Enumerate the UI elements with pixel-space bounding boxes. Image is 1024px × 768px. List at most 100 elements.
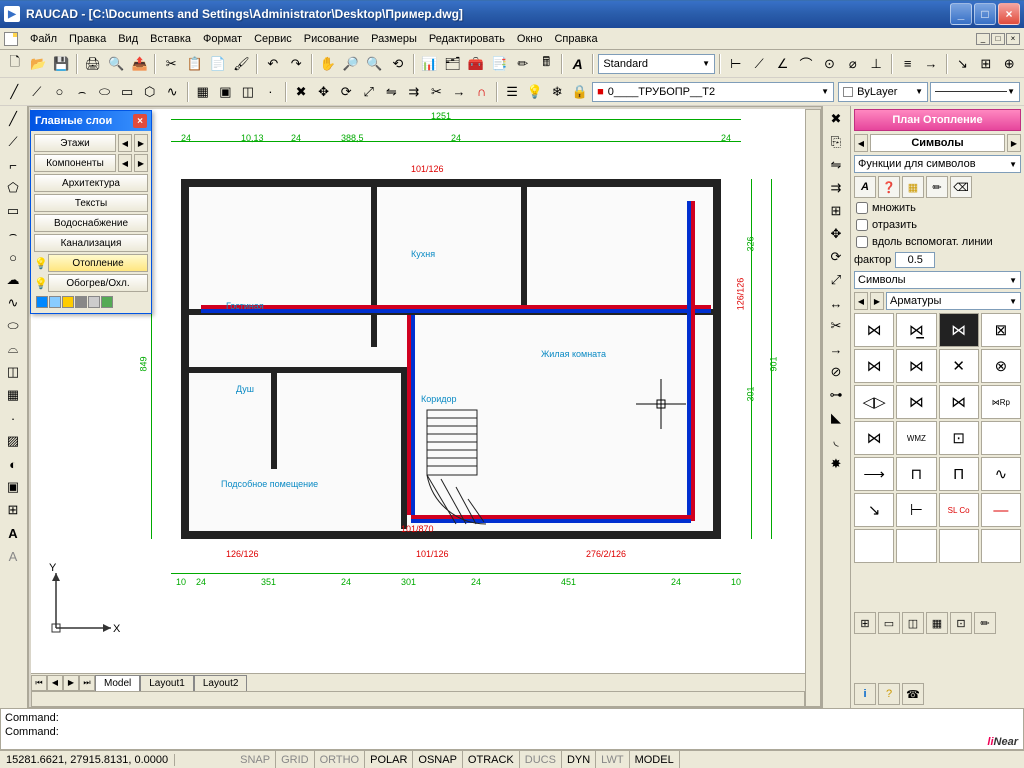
spline-tool-icon[interactable]: ∿ [2, 292, 24, 314]
close-button[interactable]: × [998, 3, 1020, 25]
line-icon[interactable]: ╱ [4, 81, 25, 103]
symbol-valve4[interactable]: ⊠ [981, 313, 1021, 347]
pline-icon[interactable]: ⟋ [27, 81, 48, 103]
array-mod-icon[interactable]: ⊞ [825, 200, 847, 222]
menu-draw[interactable]: Рисование [298, 30, 365, 48]
mirror-mod-icon[interactable]: ⇋ [825, 154, 847, 176]
spline-icon[interactable]: ∿ [162, 81, 183, 103]
chamfer-mod-icon[interactable]: ◣ [825, 407, 847, 429]
symbol-valve3[interactable]: ⋈ [939, 313, 979, 347]
markup-button[interactable]: ✏ [512, 53, 533, 75]
layer-comp-next[interactable]: ▶ [134, 154, 148, 172]
menu-modify[interactable]: Редактировать [423, 30, 511, 48]
extend-mod-icon[interactable]: → [825, 338, 847, 360]
dim-linear-icon[interactable]: ⊢ [725, 53, 746, 75]
tab-prev-button[interactable]: ◀ [47, 675, 63, 691]
lp-color6-icon[interactable] [101, 296, 113, 308]
magnet-icon[interactable]: ∩ [471, 81, 492, 103]
block-icon[interactable]: ◫ [238, 81, 259, 103]
layer-floors-next[interactable]: ▶ [134, 134, 148, 152]
dim-diameter-icon[interactable]: ⌀ [842, 53, 863, 75]
rp-phone-icon[interactable]: ☎ [902, 683, 924, 705]
open-button[interactable]: 📂 [27, 53, 48, 75]
menu-format[interactable]: Формат [197, 30, 248, 48]
pan-button[interactable]: ✋ [317, 53, 338, 75]
menu-window[interactable]: Окно [511, 30, 549, 48]
erase-func-icon[interactable]: ⌫ [950, 176, 972, 198]
pencil-func-icon[interactable]: ✏ [926, 176, 948, 198]
dim-radius-icon[interactable]: ⊙ [819, 53, 840, 75]
tab-layout1[interactable]: Layout1 [140, 675, 194, 691]
symbol-pipe4[interactable]: ∿ [981, 457, 1021, 491]
grid-func-icon[interactable]: ▦ [902, 176, 924, 198]
functions-dropdown[interactable]: Функции для символов▼ [854, 155, 1021, 173]
extend-icon[interactable]: → [449, 81, 470, 103]
layer-mgr-icon[interactable]: ☰ [502, 81, 523, 103]
symbol-pipe2[interactable]: ⊓ [896, 457, 936, 491]
symbols-dropdown[interactable]: Символы▼ [854, 271, 1021, 289]
new-button[interactable]: 🗋 [4, 53, 25, 75]
copy-button[interactable]: 📋 [184, 53, 205, 75]
point-icon[interactable]: · [260, 81, 281, 103]
zoom-rt-button[interactable]: 🔎 [340, 53, 361, 75]
menu-view[interactable]: Вид [112, 30, 144, 48]
layer-bulb-icon[interactable]: 💡 [524, 81, 545, 103]
xline-tool-icon[interactable]: ⟋ [2, 131, 24, 153]
dim-tolerance-icon[interactable]: ⊞ [975, 53, 996, 75]
move-icon[interactable]: ✥ [313, 81, 334, 103]
symbol-valve5[interactable]: ⋈ [854, 349, 894, 383]
dim-angular-icon[interactable]: ∠ [772, 53, 793, 75]
layer-palette[interactable]: Главные слои × Этажи◀▶ Компоненты◀▶ Архи… [30, 110, 152, 314]
ellipse-icon[interactable]: ⬭ [94, 81, 115, 103]
layer-freeze-icon[interactable]: ❄ [547, 81, 568, 103]
layer-arch-button[interactable]: Архитектура [34, 174, 148, 192]
dim-ordinate-icon[interactable]: ⊥ [866, 53, 887, 75]
rp-help-icon[interactable]: ? [878, 683, 900, 705]
status-model-button[interactable]: MODEL [630, 751, 680, 768]
ellipse-tool-icon[interactable]: ⬭ [2, 315, 24, 337]
text-icon[interactable]: A [2, 545, 24, 567]
symbol-valve15[interactable]: ⊡ [939, 421, 979, 455]
rp-tool6-icon[interactable]: ✏ [974, 612, 996, 634]
lp-color4-icon[interactable] [75, 296, 87, 308]
region-icon[interactable]: ▣ [215, 81, 236, 103]
category-dropdown[interactable]: Арматуры▼ [886, 292, 1021, 310]
rotate-icon[interactable]: ⟳ [336, 81, 357, 103]
layer-lock-icon[interactable]: 🔒 [570, 81, 591, 103]
revcloud-tool-icon[interactable]: ☁ [2, 269, 24, 291]
preview-button[interactable]: 🔍 [106, 53, 127, 75]
vertical-scrollbar[interactable] [805, 109, 821, 707]
status-polar-button[interactable]: POLAR [365, 751, 413, 768]
multiply-checkbox[interactable]: множить [854, 201, 1021, 215]
rp-tool4-icon[interactable]: ▦ [926, 612, 948, 634]
menu-dims[interactable]: Размеры [365, 30, 423, 48]
point-tool-icon[interactable]: · [2, 407, 24, 429]
symbol-valve6[interactable]: ⋈ [896, 349, 936, 383]
rotate-mod-icon[interactable]: ⟳ [825, 246, 847, 268]
symbol-misc5[interactable] [854, 529, 894, 563]
circle-icon[interactable]: ○ [49, 81, 70, 103]
symbol-valve14[interactable]: WMZ [896, 421, 936, 455]
horizontal-scrollbar[interactable] [31, 691, 805, 707]
symbol-valve7[interactable]: ✕ [939, 349, 979, 383]
menu-service[interactable]: Сервис [248, 30, 298, 48]
fillet-mod-icon[interactable]: ◟ [825, 430, 847, 452]
layer-heating-button[interactable]: Отопление [48, 254, 148, 272]
symbol-pipe3[interactable]: Π [939, 457, 979, 491]
child-max-button[interactable]: □ [991, 33, 1005, 45]
symbol-valve1[interactable]: ⋈ [854, 313, 894, 347]
dim-leader-icon[interactable]: ↘ [952, 53, 973, 75]
tp-button[interactable]: 🧰 [465, 53, 486, 75]
menu-help[interactable]: Справка [548, 30, 603, 48]
trim-mod-icon[interactable]: ✂ [825, 315, 847, 337]
status-ducs-button[interactable]: DUCS [520, 751, 562, 768]
symbol-valve10[interactable]: ⋈ [896, 385, 936, 419]
rp-tool2-icon[interactable]: ▭ [878, 612, 900, 634]
symbol-pipe1[interactable]: ⟶ [854, 457, 894, 491]
child-close-button[interactable]: × [1006, 33, 1020, 45]
join-mod-icon[interactable]: ⊶ [825, 384, 847, 406]
dim-center-icon[interactable]: ⊕ [999, 53, 1020, 75]
color-dropdown[interactable]: ByLayer ▼ [838, 82, 928, 102]
gradient-icon[interactable]: ◐ [2, 453, 24, 475]
dim-aligned-icon[interactable]: ⟋ [748, 53, 769, 75]
